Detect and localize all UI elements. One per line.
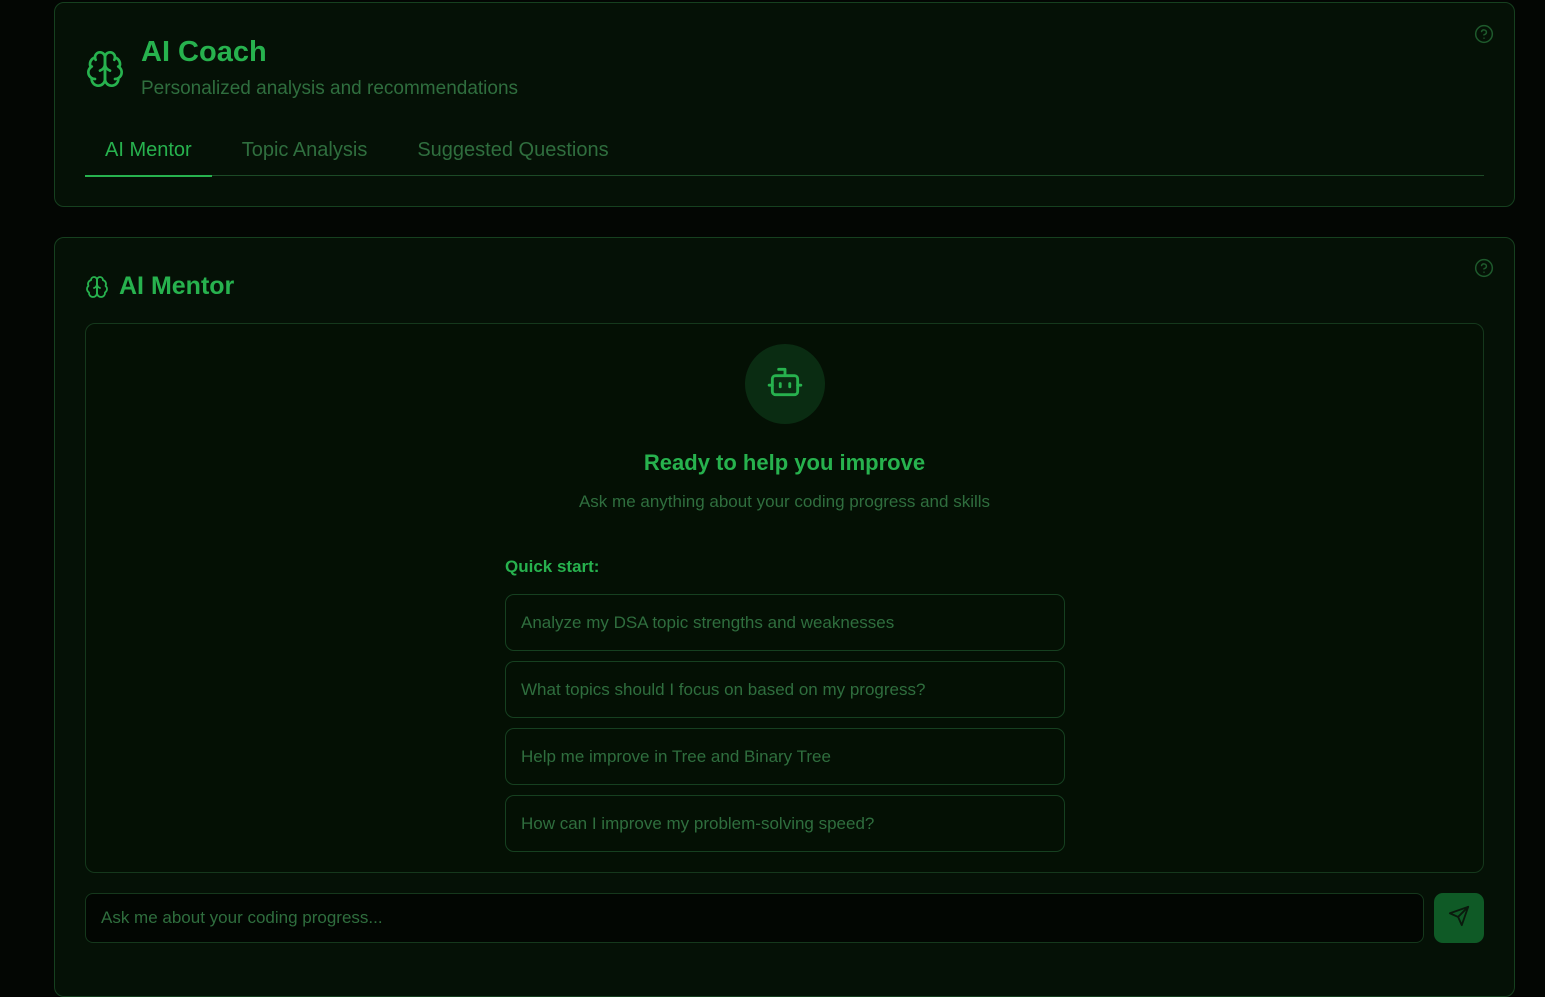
- page-title: AI Coach: [141, 36, 267, 68]
- quick-start-button[interactable]: Help me improve in Tree and Binary Tree: [505, 728, 1065, 785]
- empty-state-subtitle: Ask me anything about your coding progre…: [578, 492, 991, 511]
- send-button[interactable]: [1434, 893, 1484, 943]
- mentor-card: AI Mentor Ready to help you improve Ask …: [54, 237, 1515, 997]
- tab-suggested-questions[interactable]: Suggested Questions: [397, 125, 628, 176]
- brain-icon: [85, 49, 125, 89]
- quick-start-list: Analyze my DSA topic strengths and weakn…: [505, 594, 1065, 862]
- quick-start-label: Quick start:: [505, 557, 600, 576]
- chat-messages-area: Ready to help you improve Ask me anythin…: [85, 323, 1484, 873]
- page-subtitle: Personalized analysis and recommendation…: [141, 78, 519, 99]
- empty-state-title: Ready to help you improve: [643, 450, 926, 475]
- send-icon: [1448, 905, 1470, 932]
- chat-input-row: [85, 893, 1484, 943]
- tab-bar: AI Mentor Topic Analysis Suggested Quest…: [85, 125, 1484, 177]
- chat-input[interactable]: [85, 893, 1424, 943]
- mentor-title: AI Mentor: [119, 272, 235, 300]
- tab-ai-mentor[interactable]: AI Mentor: [85, 125, 212, 177]
- bot-icon: [766, 363, 804, 406]
- tab-topic-analysis[interactable]: Topic Analysis: [222, 125, 388, 176]
- quick-start-button[interactable]: What topics should I focus on based on m…: [505, 661, 1065, 718]
- bot-avatar: [745, 344, 825, 424]
- quick-start-button[interactable]: How can I improve my problem-solving spe…: [505, 795, 1065, 852]
- help-icon[interactable]: [1474, 24, 1494, 44]
- brain-icon: [85, 275, 109, 299]
- header-card: AI Coach Personalized analysis and recom…: [54, 2, 1515, 207]
- quick-start-button[interactable]: Analyze my DSA topic strengths and weakn…: [505, 594, 1065, 651]
- mentor-header: AI Mentor: [85, 272, 234, 301]
- help-icon[interactable]: [1474, 258, 1494, 278]
